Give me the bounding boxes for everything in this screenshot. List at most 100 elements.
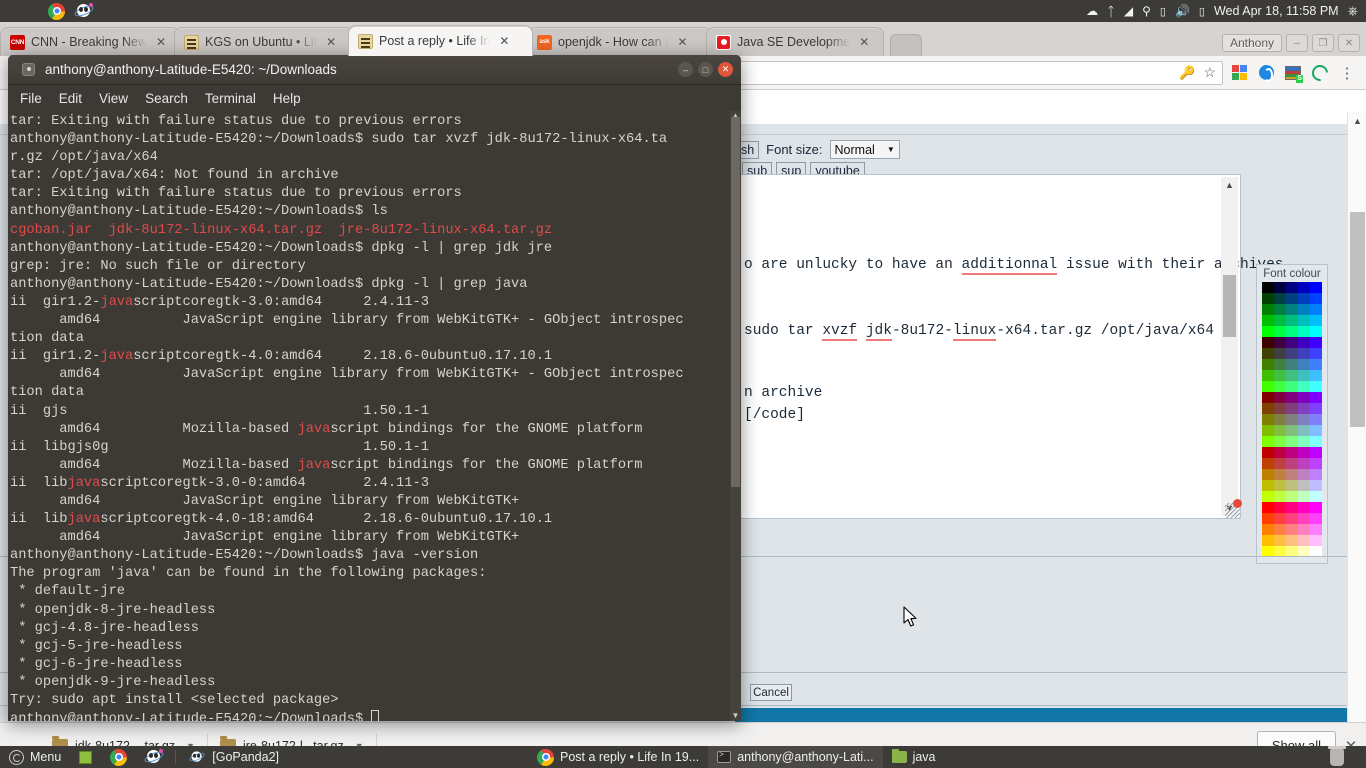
minimize-button[interactable]: – — [678, 62, 693, 77]
colour-swatch[interactable] — [1286, 535, 1298, 546]
colour-swatch[interactable] — [1274, 348, 1286, 359]
colour-swatch[interactable] — [1274, 326, 1286, 337]
colour-swatch[interactable] — [1274, 403, 1286, 414]
close-icon[interactable]: ✕ — [324, 35, 338, 49]
colour-swatch[interactable] — [1310, 381, 1322, 392]
profile-chip[interactable]: Anthony — [1221, 34, 1282, 52]
close-icon[interactable]: ✕ — [497, 34, 511, 48]
colour-swatch[interactable] — [1274, 469, 1286, 480]
clock[interactable]: Wed Apr 18, 11:58 PM — [1214, 4, 1339, 18]
colour-swatch[interactable] — [1262, 502, 1274, 513]
colour-swatch[interactable] — [1286, 425, 1298, 436]
colour-swatch[interactable] — [1274, 293, 1286, 304]
colour-swatch[interactable] — [1262, 348, 1274, 359]
colour-swatch[interactable] — [1298, 458, 1310, 469]
books-extension-icon[interactable] — [1282, 62, 1304, 84]
colour-swatch[interactable] — [1310, 414, 1322, 425]
message-textarea[interactable]: o are unlucky to have an additionnal iss… — [735, 174, 1292, 519]
colour-swatch[interactable] — [1310, 348, 1322, 359]
font-size-select[interactable]: Normal ▼ — [829, 140, 900, 159]
colour-swatch[interactable] — [1274, 315, 1286, 326]
colour-swatch[interactable] — [1274, 502, 1286, 513]
page-scrollbar[interactable]: ▲ ▼ — [1347, 112, 1366, 745]
editor-scrollbar[interactable]: ▲ ▼ — [1221, 177, 1238, 516]
close-button[interactable]: ✕ — [1338, 34, 1360, 52]
colour-swatch[interactable] — [1286, 293, 1298, 304]
colour-swatch[interactable] — [1310, 425, 1322, 436]
colour-swatch[interactable] — [1262, 304, 1274, 315]
colour-swatch[interactable] — [1262, 381, 1274, 392]
colour-swatch[interactable] — [1262, 414, 1274, 425]
page-scrollbar-thumb[interactable] — [1350, 212, 1365, 427]
scroll-up-icon[interactable]: ▲ — [1348, 112, 1366, 129]
colour-swatch[interactable] — [1310, 293, 1322, 304]
colour-swatch[interactable] — [1310, 315, 1322, 326]
terminal-scrollbar[interactable]: ▲ ▼ — [730, 111, 741, 721]
colour-swatch[interactable] — [1262, 469, 1274, 480]
brightness-icon[interactable]: ⚲ — [1142, 4, 1151, 18]
colour-swatch[interactable] — [1262, 491, 1274, 502]
colour-swatch[interactable] — [1274, 282, 1286, 293]
key-icon[interactable]: 🔑 — [1179, 65, 1195, 81]
terminal-scrollbar-thumb[interactable] — [731, 117, 740, 487]
three-dot-menu-icon[interactable]: ⋮ — [1336, 62, 1358, 84]
colour-swatch[interactable] — [1286, 524, 1298, 535]
colour-swatch[interactable] — [1286, 282, 1298, 293]
colour-swatch[interactable] — [1274, 381, 1286, 392]
colour-swatch[interactable] — [1298, 414, 1310, 425]
terminal-titlebar[interactable]: anthony@anthony-Latitude-E5420: ~/Downlo… — [8, 55, 741, 85]
colour-swatch[interactable] — [1286, 469, 1298, 480]
colour-swatch[interactable] — [1298, 535, 1310, 546]
colour-swatch[interactable] — [1262, 480, 1274, 491]
gopanda-icon[interactable] — [73, 3, 95, 19]
colour-swatch[interactable] — [1310, 469, 1322, 480]
colour-swatch[interactable] — [1286, 304, 1298, 315]
colour-swatch[interactable] — [1274, 414, 1286, 425]
colour-swatch[interactable] — [1298, 337, 1310, 348]
colour-swatch[interactable] — [1310, 447, 1322, 458]
browser-tab-kgs[interactable]: KGS on Ubuntu • Lif ✕ — [174, 27, 354, 56]
colour-swatch[interactable] — [1262, 293, 1274, 304]
taskbar-item-terminal[interactable]: anthony@anthony-Lati... — [708, 746, 883, 768]
menu-terminal[interactable]: Terminal — [205, 91, 256, 106]
colour-swatch[interactable] — [1262, 370, 1274, 381]
close-button[interactable]: ✕ — [718, 62, 733, 77]
volume-icon[interactable]: 🔊 — [1175, 4, 1190, 18]
colour-swatch[interactable] — [1298, 524, 1310, 535]
colour-swatch[interactable] — [1262, 282, 1274, 293]
menu-view[interactable]: View — [99, 91, 128, 106]
colour-swatch[interactable] — [1286, 502, 1298, 513]
colour-swatch[interactable] — [1262, 458, 1274, 469]
colour-swatch[interactable] — [1310, 304, 1322, 315]
browser-tab-post-a-reply[interactable]: Post a reply • Life In ✕ — [348, 25, 533, 56]
colour-swatch[interactable] — [1310, 524, 1322, 535]
colour-swatch[interactable] — [1274, 392, 1286, 403]
colour-swatch[interactable] — [1298, 491, 1310, 502]
colour-swatch[interactable] — [1286, 315, 1298, 326]
colour-swatch[interactable] — [1262, 326, 1274, 337]
colour-swatch[interactable] — [1298, 469, 1310, 480]
colour-swatch[interactable] — [1262, 403, 1274, 414]
colour-swatch[interactable] — [1298, 348, 1310, 359]
colour-swatch[interactable] — [1298, 392, 1310, 403]
scrollbar-thumb[interactable] — [1223, 275, 1236, 337]
colour-swatch[interactable] — [1310, 458, 1322, 469]
browser-tab-java-se[interactable]: Java SE Developme ✕ — [706, 27, 884, 56]
colour-swatch[interactable] — [1298, 304, 1310, 315]
taskbar-item-chrome[interactable]: Post a reply • Life In 19... — [528, 746, 708, 768]
colour-swatch[interactable] — [1298, 282, 1310, 293]
power-icon[interactable]: ⎈ — [1348, 3, 1358, 19]
colour-swatch[interactable] — [1286, 458, 1298, 469]
colour-swatch[interactable] — [1310, 480, 1322, 491]
colour-swatch[interactable] — [1310, 359, 1322, 370]
colour-swatch[interactable] — [1274, 425, 1286, 436]
colour-swatch[interactable] — [1286, 403, 1298, 414]
colour-swatch[interactable] — [1310, 491, 1322, 502]
maximize-button[interactable]: □ — [698, 62, 713, 77]
colour-swatch[interactable] — [1298, 359, 1310, 370]
colour-swatch[interactable] — [1274, 513, 1286, 524]
colour-swatch[interactable] — [1310, 282, 1322, 293]
colour-swatch[interactable] — [1310, 436, 1322, 447]
colour-swatch[interactable] — [1274, 491, 1286, 502]
colour-swatch[interactable] — [1286, 480, 1298, 491]
